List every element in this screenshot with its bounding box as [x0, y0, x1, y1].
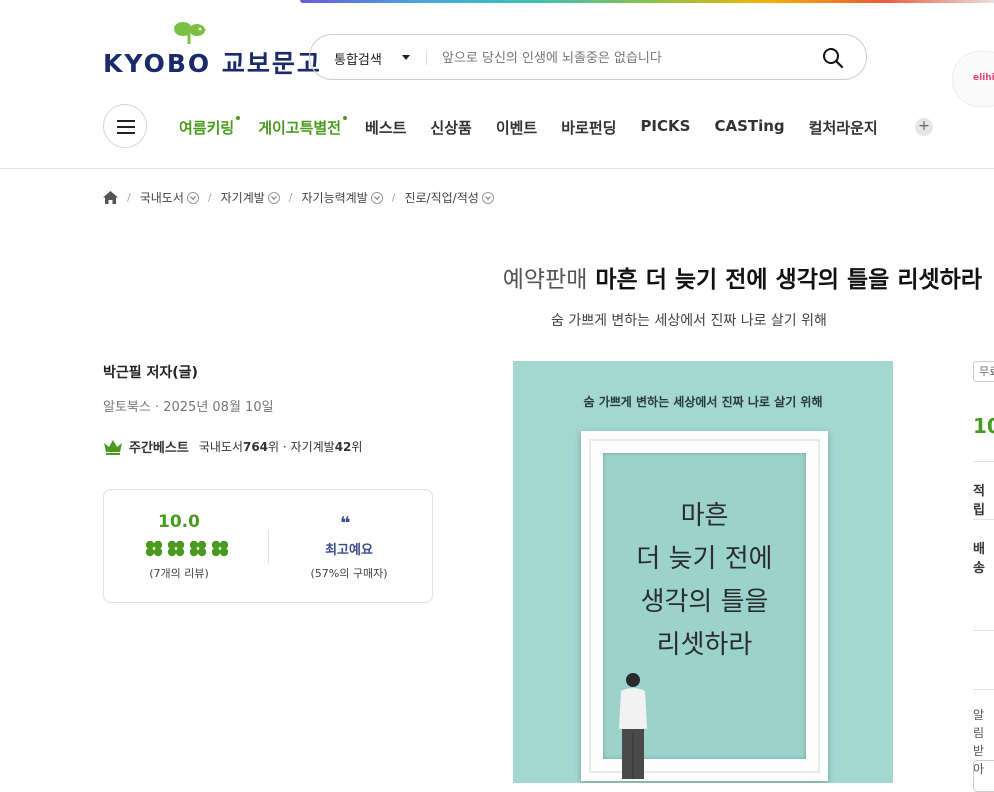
shipping-label: 배송 — [973, 542, 985, 576]
caret-down-icon[interactable] — [402, 55, 410, 60]
kyobo-logo[interactable]: KYOBO 교보문고 — [103, 20, 320, 78]
header-divider — [0, 168, 994, 169]
nav-item[interactable]: 이벤트 — [496, 117, 537, 138]
price: 10 — [973, 414, 994, 438]
rank-mid: 위 · 자기계발 — [268, 440, 335, 454]
cover-tagline: 숨 가쁘게 변하는 세상에서 진짜 나로 살기 위해 — [583, 395, 823, 409]
breadcrumb-item[interactable]: 자기능력계발 — [302, 189, 368, 206]
sale-type-label: 예약판매 — [502, 267, 588, 293]
nav-item[interactable]: 컬처라운지 — [809, 117, 878, 138]
search-input[interactable] — [440, 46, 804, 70]
main-nav: 여름키링 게이고특별전 베스트 신상품 이벤트 바로펀딩 PICKS CASTing 컬처라운지 — [179, 116, 902, 138]
keyword-percentage: (57%의 구매자) — [310, 567, 388, 580]
pct-number: 57% — [314, 567, 340, 580]
breadcrumb-item[interactable]: 국내도서 — [140, 189, 184, 206]
book-title: 마흔 더 늦기 전에 생각의 틀을 리셋하라 — [595, 267, 982, 293]
cover-title-line: 생각의 틀을 — [640, 587, 769, 617]
breadcrumb-item[interactable]: 진로/직업/적성 — [404, 189, 478, 206]
home-icon[interactable] — [103, 191, 118, 204]
new-dot-icon — [343, 116, 348, 120]
cover-title: 마흔 더 늦기 전에 생각의 틀을 리셋하라 — [581, 495, 828, 667]
promo-text: elihi — [973, 73, 994, 83]
nav-item[interactable]: 바로펀딩 — [561, 117, 616, 138]
sprout-icon — [174, 22, 207, 44]
nav-item[interactable]: 베스트 — [365, 117, 406, 138]
rank-domestic: 764 — [242, 439, 269, 454]
hamburger-icon — [117, 120, 135, 122]
rating-card[interactable]: 10.0 (7개의 리뷰) ❝ 최고예요 (57%의 구매자) — [103, 489, 433, 603]
review-keyword: 최고예요 — [325, 543, 373, 558]
bestseller-label[interactable]: 주간베스트 — [129, 437, 189, 456]
chevron-down-icon[interactable] — [481, 191, 494, 204]
rank-suffix: 위 — [351, 440, 363, 454]
top-color-strip — [300, 0, 994, 3]
clover-icon — [211, 541, 229, 557]
hamburger-menu-button[interactable] — [103, 104, 147, 148]
product-title: 예약판매 마흔 더 늦기 전에 생각의 틀을 리셋하라 — [503, 260, 982, 294]
breadcrumb: / 국내도서 / 자기계발 / 자기능력계발 / 진로/직업/적성 — [103, 189, 494, 206]
nav-item[interactable]: 게이고특별전 — [258, 116, 348, 138]
clover-icon — [145, 541, 163, 557]
chevron-down-icon[interactable] — [267, 191, 280, 204]
nav-more-button[interactable]: + — [915, 118, 933, 136]
rank-prefix: 국내도서 — [198, 440, 243, 454]
promo-banner[interactable]: elihi — [952, 51, 994, 107]
bestseller-rank: 주간베스트 국내도서 764 위 · 자기계발 42 위 — [103, 437, 362, 456]
chevron-down-icon[interactable] — [370, 191, 383, 204]
new-dot-icon — [236, 116, 241, 120]
publisher-date: 알토북스 · 2025년 08월 10일 — [103, 400, 274, 415]
person-illustration — [619, 673, 647, 779]
cover-title-line: 마흔 — [680, 501, 729, 531]
cover-title-line: 더 늦기 전에 — [636, 544, 773, 574]
chevron-down-icon[interactable] — [186, 191, 199, 204]
search-divider — [426, 51, 427, 65]
review-number: 7 — [153, 567, 161, 580]
breadcrumb-item[interactable]: 자기계발 — [221, 189, 265, 206]
rating-score: 10.0 — [158, 512, 200, 532]
book-subtitle: 숨 가쁘게 변하는 세상에서 진짜 나로 살기 위해 — [551, 313, 827, 329]
nav-item[interactable]: 여름키링 — [179, 116, 241, 138]
logo-wordmark: KYOBO 교보문고 — [103, 49, 322, 78]
search-bar: 통합검색 — [309, 34, 867, 80]
book-cover-image[interactable]: 숨 가쁘게 변하는 세상에서 진짜 나로 살기 위해 마흔 더 늦기 전에 생각… — [513, 361, 893, 783]
review-count: (7개의 리뷰) — [149, 567, 209, 580]
search-icon[interactable] — [822, 47, 844, 69]
cover-title-line: 리셋하라 — [656, 630, 753, 660]
clover-icon — [189, 541, 207, 557]
author-link[interactable]: 박근필 저자(글) — [103, 362, 198, 382]
nav-item[interactable]: CASTing — [714, 117, 784, 138]
free-shipping-badge: 무료 — [973, 361, 994, 382]
crown-icon — [104, 439, 122, 455]
rating-clovers — [145, 541, 229, 557]
nav-item[interactable]: PICKS — [640, 117, 690, 138]
search-category-select[interactable]: 통합검색 — [334, 49, 382, 68]
card-divider — [268, 530, 269, 564]
option-box[interactable] — [973, 760, 994, 792]
quote-icon: ❝ — [340, 513, 351, 534]
nav-item[interactable]: 신상품 — [430, 117, 471, 138]
clover-icon — [167, 541, 185, 557]
points-label: 적립 — [973, 484, 985, 518]
rank-category: 42 — [334, 439, 352, 454]
